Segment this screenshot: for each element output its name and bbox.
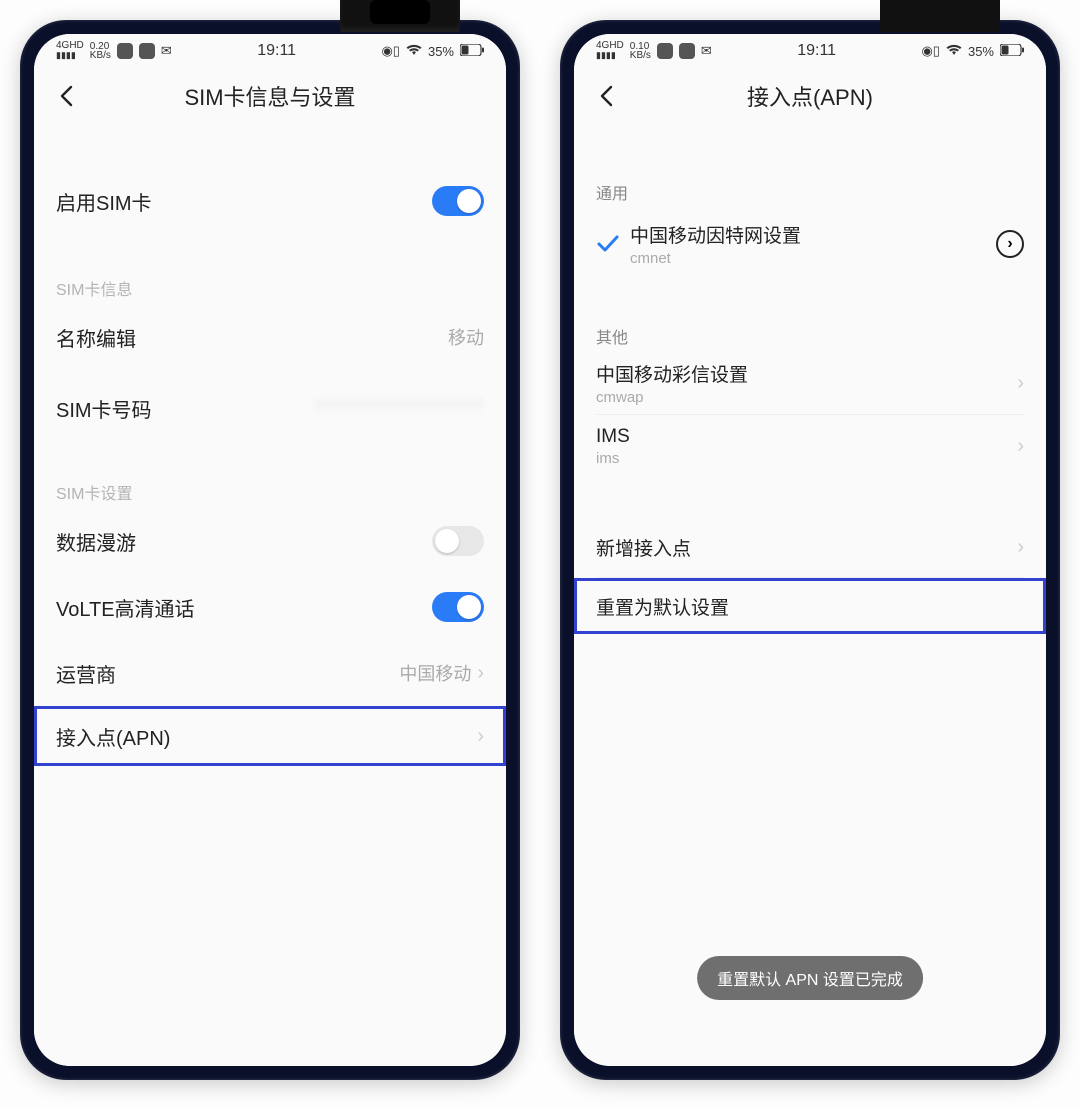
- battery-pct: 35%: [428, 44, 454, 59]
- chevron-right-icon: ›: [477, 662, 484, 685]
- apn-label: 接入点(APN): [56, 722, 170, 751]
- battery-icon: [1000, 44, 1024, 59]
- roaming-label: 数据漫游: [56, 527, 136, 556]
- app-icon: [679, 43, 695, 59]
- sim-number-value: [314, 399, 484, 417]
- apn-sub: cmnet: [630, 250, 996, 267]
- screen-right: 4GHD ▮▮▮▮ 0.10 KB/s ✉ 19:11 ◉▯ 35%: [574, 34, 1046, 1066]
- section-sim-info: SIM卡信息: [34, 260, 506, 304]
- status-time: 19:11: [797, 42, 836, 60]
- carrier-row[interactable]: 运营商 中国移动 ›: [34, 640, 506, 706]
- back-button[interactable]: [594, 84, 618, 108]
- chevron-right-icon: ›: [1017, 435, 1024, 458]
- carrier-value: 中国移动: [399, 660, 471, 686]
- toast-text: 重置默认 APN 设置已完成: [717, 972, 903, 989]
- nav-bar: 接入点(APN): [574, 68, 1046, 124]
- name-edit-value: 移动: [448, 324, 484, 350]
- back-button[interactable]: [54, 84, 78, 108]
- sim-number-label: SIM卡号码: [56, 394, 152, 423]
- volte-toggle[interactable]: [432, 592, 484, 622]
- reset-label: 重置为默认设置: [596, 593, 729, 620]
- add-apn-row[interactable]: 新增接入点 ›: [574, 517, 1046, 577]
- battery-icon: [460, 44, 484, 59]
- phone-frame-right: 4GHD ▮▮▮▮ 0.10 KB/s ✉ 19:11 ◉▯ 35%: [560, 20, 1060, 1080]
- battery-pct: 35%: [968, 44, 994, 59]
- sim-number-row[interactable]: SIM卡号码: [34, 370, 506, 446]
- apn-row[interactable]: 接入点(APN) ›: [34, 706, 506, 766]
- chevron-right-icon: ›: [1017, 372, 1024, 395]
- status-bar: 4GHD ▮▮▮▮ 0.10 KB/s ✉ 19:11 ◉▯ 35%: [574, 34, 1046, 68]
- vibrate-icon: ◉▯: [921, 43, 940, 59]
- enable-sim-label: 启用SIM卡: [56, 187, 152, 216]
- reset-row[interactable]: 重置为默认设置: [574, 578, 1046, 634]
- section-other: 其他: [574, 308, 1046, 352]
- volte-row[interactable]: VoLTE高清通话: [34, 574, 506, 640]
- wechat-icon: ✉: [701, 43, 712, 59]
- apn-title: 中国移动彩信设置: [596, 360, 748, 387]
- status-bar: 4GHD ▮▮▮▮ 0.20 KB/s ✉ 19:11 ◉▯ 35%: [34, 34, 506, 68]
- vibrate-icon: ◉▯: [381, 43, 400, 59]
- name-edit-row[interactable]: 名称编辑 移动: [34, 304, 506, 370]
- status-time: 19:11: [257, 42, 296, 60]
- page-title: 接入点(APN): [747, 80, 873, 112]
- enable-sim-toggle[interactable]: [432, 186, 484, 216]
- apn-title: 中国移动因特网设置: [630, 221, 996, 248]
- page-title: SIM卡信息与设置: [184, 80, 355, 112]
- app-icon: [139, 43, 155, 59]
- add-apn-label: 新增接入点: [596, 534, 691, 561]
- wechat-icon: ✉: [161, 43, 172, 59]
- enable-sim-row[interactable]: 启用SIM卡: [34, 168, 506, 234]
- name-edit-label: 名称编辑: [56, 323, 136, 352]
- section-sim-settings: SIM卡设置: [34, 464, 506, 508]
- apn-item-cmnet[interactable]: 中国移动因特网设置 cmnet ›: [574, 208, 1046, 280]
- toast: 重置默认 APN 设置已完成: [697, 956, 923, 1000]
- network-icon: 4GHD ▮▮▮▮: [56, 41, 84, 61]
- content-right: 通用 中国移动因特网设置 cmnet › 其他 中国移动彩信设置 cmwap ›: [574, 124, 1046, 1066]
- network-icon: 4GHD ▮▮▮▮: [596, 41, 624, 61]
- app-icon: [657, 43, 673, 59]
- chevron-right-icon: ›: [477, 725, 484, 748]
- chevron-right-icon: ›: [1017, 536, 1024, 559]
- apn-item-cmwap[interactable]: 中国移动彩信设置 cmwap ›: [574, 352, 1046, 414]
- apn-sub: cmwap: [596, 389, 748, 406]
- speed-indicator: 0.20 KB/s: [90, 42, 111, 60]
- check-icon: [586, 234, 630, 254]
- wifi-icon: [406, 44, 422, 59]
- roaming-row[interactable]: 数据漫游: [34, 508, 506, 574]
- content-left: 启用SIM卡 SIM卡信息 名称编辑 移动 SIM卡号码 SIM卡设置 数据漫游…: [34, 124, 506, 1066]
- apn-title: IMS: [596, 426, 630, 448]
- apn-item-ims[interactable]: IMS ims ›: [574, 415, 1046, 477]
- wifi-icon: [946, 44, 962, 59]
- screen-left: 4GHD ▮▮▮▮ 0.20 KB/s ✉ 19:11 ◉▯ 35%: [34, 34, 506, 1066]
- phone-frame-left: 4GHD ▮▮▮▮ 0.20 KB/s ✉ 19:11 ◉▯ 35%: [20, 20, 520, 1080]
- section-general: 通用: [574, 164, 1046, 208]
- detail-arrow-icon[interactable]: ›: [996, 230, 1024, 258]
- speed-indicator: 0.10 KB/s: [630, 42, 651, 60]
- volte-label: VoLTE高清通话: [56, 593, 195, 622]
- app-icon: [117, 43, 133, 59]
- apn-sub: ims: [596, 450, 630, 467]
- carrier-label: 运营商: [56, 659, 116, 688]
- nav-bar: SIM卡信息与设置: [34, 68, 506, 124]
- roaming-toggle[interactable]: [432, 526, 484, 556]
